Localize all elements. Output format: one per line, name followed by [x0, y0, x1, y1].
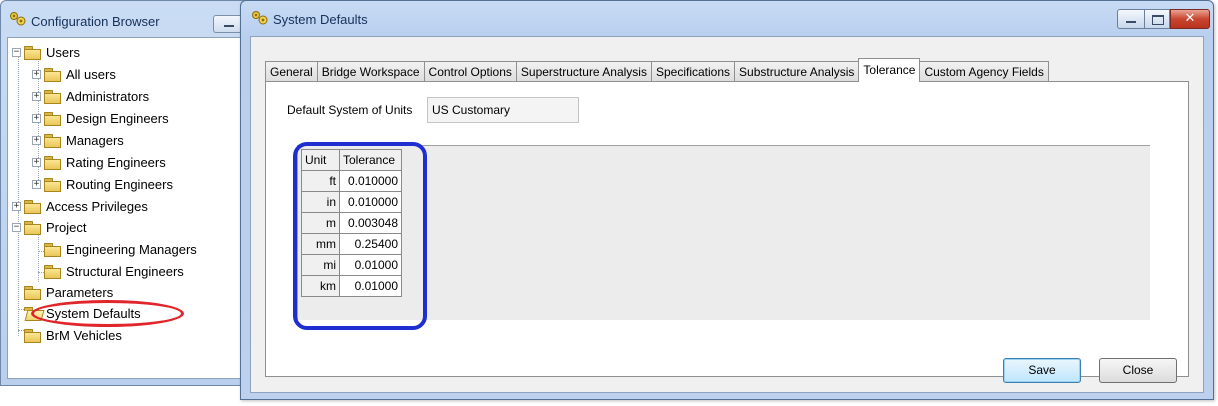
tree-item-label: Structural Engineers	[66, 263, 184, 279]
folder-icon	[24, 45, 41, 60]
configuration-browser-window: Configuration Browser − Users + All user…	[0, 0, 250, 386]
tree-item-label: Routing Engineers	[66, 176, 173, 192]
tree-item-label: Parameters	[46, 284, 114, 300]
tree-item-label: Users	[46, 44, 80, 60]
units-field[interactable]: US Customary	[427, 97, 579, 123]
tree-item-parameters[interactable]: Parameters	[12, 282, 113, 302]
tree-item-label: Administrators	[66, 88, 150, 104]
tree-item-brm-vehicles[interactable]: BrM Vehicles	[12, 325, 122, 345]
folder-icon	[44, 111, 61, 126]
tree-item-label: Managers	[66, 132, 124, 148]
tree-item-all-users[interactable]: + All users	[32, 64, 116, 84]
tree-item-label: Engineering Managers	[66, 241, 197, 257]
tree-item-project[interactable]: − Project	[12, 217, 86, 237]
folder-icon	[24, 199, 41, 214]
tab-tolerance[interactable]: Tolerance	[858, 58, 921, 82]
tree-item-label: Rating Engineers	[66, 154, 166, 170]
folder-icon	[24, 220, 41, 235]
configuration-app-icon	[10, 12, 26, 26]
selection-highlight-oval	[31, 300, 184, 327]
expand-icon[interactable]: +	[32, 113, 41, 123]
tree-item-engineering-managers[interactable]: Engineering Managers	[32, 239, 197, 259]
expand-icon[interactable]: +	[32, 91, 41, 101]
window-title: System Defaults	[273, 12, 368, 27]
tree-item-label: BrM Vehicles	[46, 327, 122, 343]
collapse-icon[interactable]: −	[12, 222, 21, 232]
folder-icon	[24, 285, 41, 300]
units-label: Default System of Units	[287, 103, 413, 117]
tree-item-design-engineers[interactable]: + Design Engineers	[32, 108, 169, 128]
dialog-body: General Bridge Workspace Control Options…	[250, 36, 1204, 393]
tree-item-routing-engineers[interactable]: + Routing Engineers	[32, 174, 173, 194]
system-defaults-window: System Defaults ✕ General Bridge Workspa…	[240, 0, 1214, 400]
configuration-app-icon	[252, 11, 268, 25]
close-icon: ✕	[1184, 11, 1196, 26]
folder-icon	[24, 328, 41, 343]
folder-icon	[44, 155, 61, 170]
close-window-button[interactable]: ✕	[1170, 9, 1210, 29]
tab-strip: General Bridge Workspace Control Options…	[265, 58, 1049, 82]
minimize-button[interactable]	[213, 15, 243, 33]
minimize-button[interactable]	[1117, 9, 1144, 29]
folder-icon	[44, 264, 61, 279]
save-button[interactable]: Save	[1003, 358, 1081, 383]
tree-item-access-privileges[interactable]: + Access Privileges	[12, 196, 148, 216]
folder-icon	[44, 133, 61, 148]
tab-general[interactable]: General	[265, 61, 318, 82]
tree-item-label: Design Engineers	[66, 110, 169, 126]
tree-item-structural-engineers[interactable]: Structural Engineers	[32, 261, 184, 281]
expand-icon[interactable]: +	[12, 201, 21, 211]
tree-item-label: All users	[66, 66, 116, 82]
tree-item-label: Project	[46, 219, 87, 235]
configuration-browser-titlebar[interactable]: Configuration Browser	[1, 1, 249, 37]
expand-icon[interactable]: +	[32, 157, 41, 167]
folder-icon	[44, 67, 61, 82]
tab-bridge-workspace[interactable]: Bridge Workspace	[316, 61, 425, 82]
close-button[interactable]: Close	[1099, 358, 1177, 383]
folder-icon	[44, 177, 61, 192]
tab-custom-agency-fields[interactable]: Custom Agency Fields	[919, 61, 1049, 82]
expand-icon[interactable]: +	[32, 69, 41, 79]
expand-icon[interactable]: +	[32, 179, 41, 189]
tab-substructure-analysis[interactable]: Substructure Analysis	[734, 61, 860, 82]
expand-icon[interactable]: +	[32, 135, 41, 145]
tree-item-users[interactable]: − Users	[12, 42, 80, 62]
folder-icon	[44, 242, 61, 257]
maximize-button[interactable]	[1144, 9, 1170, 29]
tree-item-managers[interactable]: + Managers	[32, 130, 124, 150]
tree-item-administrators[interactable]: + Administrators	[32, 86, 149, 106]
tab-control-options[interactable]: Control Options	[423, 61, 517, 82]
tab-specifications[interactable]: Specifications	[650, 61, 736, 82]
tree-item-label: Access Privileges	[46, 198, 148, 214]
table-highlight-box	[293, 142, 427, 330]
tree-item-rating-engineers[interactable]: + Rating Engineers	[32, 152, 166, 172]
collapse-icon[interactable]: −	[12, 47, 21, 57]
folder-icon	[44, 89, 61, 104]
tab-superstructure-analysis[interactable]: Superstructure Analysis	[515, 61, 652, 82]
configuration-browser-title: Configuration Browser	[31, 14, 160, 29]
